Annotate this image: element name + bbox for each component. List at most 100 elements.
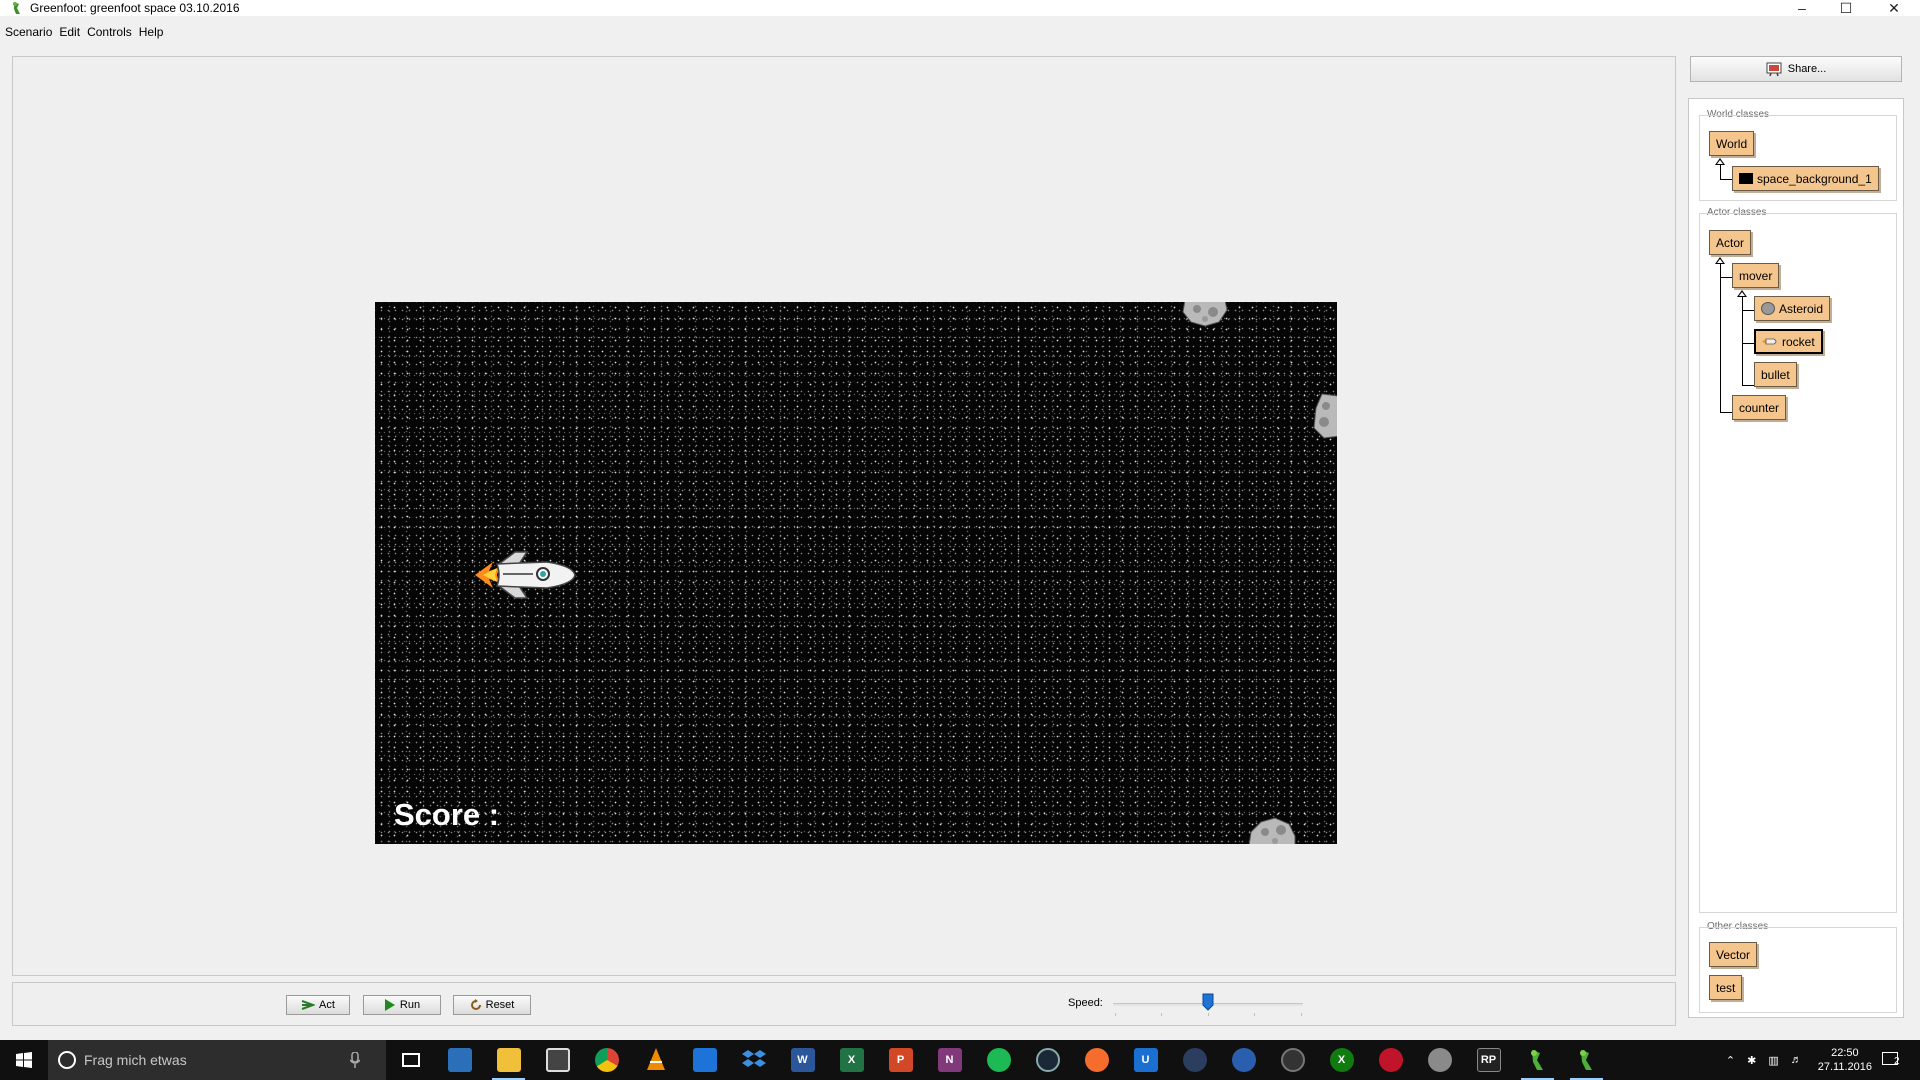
class-bullet-label: bullet (1761, 367, 1790, 382)
app-generic-icon[interactable] (1219, 1040, 1268, 1080)
vlc-icon[interactable] (631, 1040, 680, 1080)
inheritance-arrow (1715, 257, 1725, 264)
taskbar: Frag mich etwas W X P N U X RP ⌃ ✱ ▥ ♬ 2… (0, 1040, 1920, 1080)
class-test[interactable]: test (1709, 975, 1743, 1000)
slider-tick (1161, 1013, 1162, 1016)
app-generic-icon[interactable] (1268, 1040, 1317, 1080)
class-browser: World classes World space_background_1 A… (1688, 98, 1904, 1018)
asteroid-sprite[interactable] (1181, 302, 1229, 326)
origin-icon[interactable] (1072, 1040, 1121, 1080)
greenfoot-taskbar-icon[interactable] (1562, 1040, 1611, 1080)
act-icon (301, 1000, 316, 1010)
powerpoint-icon[interactable]: P (876, 1040, 925, 1080)
minimize-button[interactable]: – (1780, 0, 1824, 16)
other-classes-group (1699, 927, 1897, 1013)
class-mover-label: mover (1739, 268, 1773, 283)
clock-time: 22:50 (1831, 1047, 1859, 1059)
class-actor[interactable]: Actor (1709, 230, 1752, 255)
volume-icon[interactable]: ♬ (1791, 1054, 1802, 1066)
class-counter-label: counter (1739, 400, 1780, 415)
class-rocket[interactable]: rocket (1754, 329, 1823, 354)
run-button[interactable]: Run (363, 995, 441, 1015)
slider-tick (1301, 1013, 1302, 1016)
class-world-label: World (1716, 136, 1748, 151)
close-button[interactable]: ✕ (1872, 0, 1916, 16)
spotify-icon[interactable] (974, 1040, 1023, 1080)
share-button[interactable]: Share... (1690, 56, 1902, 82)
menu-edit[interactable]: Edit (58, 25, 86, 39)
menu-bar: Scenario Edit Controls Help (0, 22, 169, 42)
file-explorer-icon[interactable] (484, 1040, 533, 1080)
reset-label: Reset (485, 999, 515, 1011)
menu-controls[interactable]: Controls (86, 25, 138, 39)
inheritance-line (1742, 295, 1743, 385)
class-space-background[interactable]: space_background_1 (1732, 166, 1879, 191)
calculator-icon[interactable] (533, 1040, 582, 1080)
taskbar-search-box[interactable]: Frag mich etwas (48, 1040, 386, 1080)
speed-label: Speed: (1068, 997, 1103, 1009)
windows-logo-icon (16, 1052, 32, 1068)
app-red-icon[interactable] (1366, 1040, 1415, 1080)
world-canvas[interactable]: Score : (375, 302, 1337, 844)
slider-tick (1208, 1013, 1209, 1016)
bluetooth-icon[interactable]: ✱ (1747, 1054, 1756, 1067)
rocket-icon (1762, 338, 1777, 345)
class-bullet[interactable]: bullet (1754, 362, 1797, 387)
microphone-icon[interactable] (350, 1052, 360, 1068)
speed-slider[interactable] (1113, 991, 1303, 1017)
word-icon[interactable]: W (778, 1040, 827, 1080)
rp-icon[interactable]: RP (1464, 1040, 1513, 1080)
rocket-sprite[interactable] (475, 550, 577, 600)
inheritance-line (1720, 164, 1721, 180)
inheritance-line (1720, 412, 1732, 413)
notifications-icon[interactable]: 2 (1882, 1052, 1912, 1068)
control-bar: Act Run Reset Speed: (12, 982, 1676, 1026)
greenfoot-taskbar-icon[interactable] (1513, 1040, 1562, 1080)
mouse-app-icon[interactable] (1415, 1040, 1464, 1080)
onenote-icon[interactable]: N (925, 1040, 974, 1080)
chevron-up-icon[interactable]: ⌃ (1726, 1054, 1735, 1067)
window-title: Greenfoot: greenfoot space 03.10.2016 (30, 1, 240, 15)
slider-tick (1254, 1013, 1255, 1016)
maximize-button[interactable]: ☐ (1824, 0, 1868, 16)
class-vector[interactable]: Vector (1709, 942, 1758, 967)
task-view-icon[interactable] (386, 1040, 435, 1080)
title-bar: Greenfoot: greenfoot space 03.10.2016 – … (0, 0, 1920, 16)
class-space-background-label: space_background_1 (1757, 171, 1872, 186)
menu-help[interactable]: Help (138, 25, 170, 39)
clock[interactable]: 22:50 27.11.2016 (1818, 1046, 1872, 1074)
score-label: Score : (394, 797, 500, 832)
inheritance-line (1742, 343, 1754, 344)
chrome-icon[interactable] (582, 1040, 631, 1080)
class-asteroid[interactable]: Asteroid (1754, 296, 1831, 321)
act-button[interactable]: Act (286, 995, 350, 1015)
excel-icon[interactable]: X (827, 1040, 876, 1080)
explorer-app-icon[interactable] (435, 1040, 484, 1080)
clock-date: 27.11.2016 (1817, 1061, 1872, 1073)
inheritance-line (1742, 385, 1754, 386)
class-counter[interactable]: counter (1732, 395, 1787, 420)
xbox-icon[interactable]: X (1317, 1040, 1366, 1080)
asteroid-icon (1761, 302, 1775, 315)
asteroid-sprite[interactable] (1312, 392, 1337, 440)
slider-tick (1115, 1013, 1116, 1016)
class-mover[interactable]: mover (1732, 263, 1780, 288)
reset-button[interactable]: Reset (453, 995, 531, 1015)
inheritance-arrow (1737, 290, 1747, 297)
inheritance-arrow (1715, 158, 1725, 165)
app-generic-icon[interactable] (1170, 1040, 1219, 1080)
start-button[interactable] (0, 1040, 48, 1080)
speed-slider-thumb[interactable] (1202, 993, 1214, 1011)
menu-scenario[interactable]: Scenario (4, 25, 58, 39)
class-vector-label: Vector (1716, 947, 1751, 962)
steam-icon[interactable] (1023, 1040, 1072, 1080)
cortana-icon (58, 1051, 76, 1069)
dropbox-app-icon[interactable] (680, 1040, 729, 1080)
uplay-icon[interactable]: U (1121, 1040, 1170, 1080)
class-test-label: test (1716, 980, 1736, 995)
network-icon[interactable]: ▥ (1768, 1054, 1778, 1067)
reset-icon (470, 999, 481, 1010)
class-world[interactable]: World (1709, 131, 1755, 156)
dropbox-icon[interactable] (729, 1040, 778, 1080)
asteroid-sprite[interactable] (1247, 816, 1297, 844)
